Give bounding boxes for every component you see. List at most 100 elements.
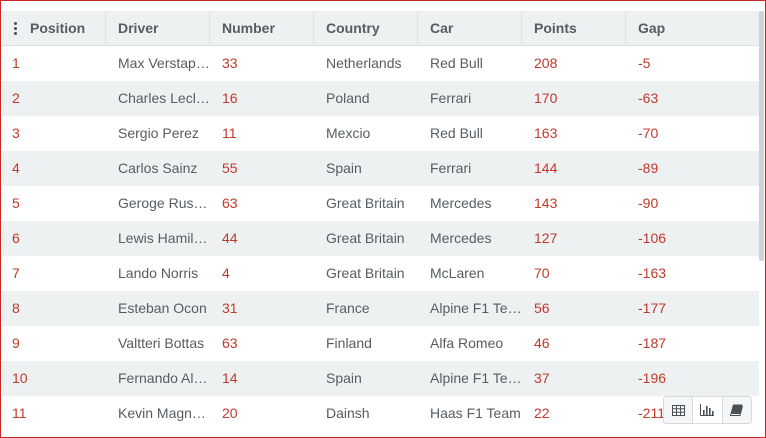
book-icon [730, 404, 744, 416]
cell-car: Mercedes [430, 230, 492, 246]
header-gap[interactable]: Gap [626, 11, 760, 46]
view-toolbar [663, 396, 752, 424]
cell-points: 163 [534, 125, 558, 141]
cell-car: McLaren [430, 265, 485, 281]
cell-gap: -70 [638, 125, 659, 141]
cell-driver: Valtteri Bottas [118, 335, 205, 351]
cell-position: 4 [12, 160, 20, 176]
cell-driver: Carlos Sainz [118, 160, 198, 176]
cell-country: Great Britain [326, 265, 405, 281]
cell-car: Ferrari [430, 160, 472, 176]
scrollbar-thumb[interactable] [759, 11, 764, 261]
table-row[interactable]: 2 Charles Lecl… 16 Poland Ferrari 170 -63 [2, 81, 760, 116]
cell-driver: Fernando Al… [118, 370, 208, 386]
cell-car: Alfa Romeo [430, 335, 504, 351]
cell-position: 1 [12, 55, 20, 71]
cell-points: 143 [534, 195, 558, 211]
cell-car: Ferrari [430, 90, 472, 106]
chart-view-button[interactable] [693, 397, 723, 423]
cell-number: 31 [222, 300, 238, 316]
header-driver[interactable]: Driver [106, 11, 210, 46]
table-row[interactable]: 5 Geroge Rus… 63 Great Britain Mercedes 143 -9… [2, 186, 760, 221]
cell-country: Poland [326, 90, 370, 106]
cell-position: 10 [12, 370, 28, 386]
cell-driver: Sergio Perez [118, 125, 199, 141]
cell-points: 70 [534, 265, 550, 281]
cell-country: Spain [326, 160, 362, 176]
cell-gap: -187 [638, 335, 667, 351]
table-row[interactable]: 6 Lewis Hamilt… 44 Great Britain Mercedes 127… [2, 221, 760, 256]
cell-gap: -89 [638, 160, 659, 176]
cell-driver: Lando Norris [118, 265, 199, 281]
cell-country: Finland [326, 335, 372, 351]
cell-gap: -63 [638, 90, 659, 106]
cell-country: Great Britain [326, 195, 405, 211]
cell-number: 63 [222, 335, 238, 351]
cell-driver: Lewis Hamilt… [118, 230, 210, 246]
cell-gap: -163 [638, 265, 667, 281]
cell-position: 2 [12, 90, 20, 106]
cell-points: 170 [534, 90, 558, 106]
cell-position: 3 [12, 125, 20, 141]
cell-number: 4 [222, 265, 230, 281]
cell-points: 22 [534, 405, 550, 421]
header-number[interactable]: Number [210, 11, 314, 46]
cell-country: Netherlands [326, 55, 402, 71]
grid-header: Position Driver Number Country Car Point… [2, 11, 760, 46]
cell-points: 56 [534, 300, 550, 316]
cell-car: Haas F1 Team [430, 405, 521, 421]
cell-position: 6 [12, 230, 20, 246]
cell-gap: -5 [638, 55, 651, 71]
cell-number: 55 [222, 160, 238, 176]
cell-country: Mexcio [326, 125, 371, 141]
cell-car: Mercedes [430, 195, 492, 211]
cell-country: France [326, 300, 370, 316]
cell-position: 7 [12, 265, 20, 281]
cell-driver: Esteban Ocon [118, 300, 207, 316]
cell-points: 37 [534, 370, 550, 386]
table-row[interactable]: 7 Lando Norris 4 Great Britain McLaren 70 -163 [2, 256, 760, 291]
cell-position: 11 [12, 405, 27, 421]
cell-number: 20 [222, 405, 238, 421]
cell-driver: Charles Lecl… [118, 90, 210, 106]
cell-driver: Kevin Magn… [118, 405, 206, 421]
cell-position: 5 [12, 195, 20, 211]
header-country[interactable]: Country [314, 11, 418, 46]
table-row[interactable]: 4 Carlos Sainz 55 Spain Ferrari 144 -89 [2, 151, 760, 186]
cell-number: 63 [222, 195, 238, 211]
cell-car: Red Bull [430, 125, 483, 141]
cell-position: 8 [12, 300, 20, 316]
cell-gap: -106 [638, 230, 667, 246]
table-row[interactable]: 10 Fernando Al… 14 Spain Alpine F1 Te… 37 -196 [2, 361, 760, 396]
header-car[interactable]: Car [418, 11, 522, 46]
cell-number: 33 [222, 55, 238, 71]
header-position[interactable]: Position [28, 11, 106, 46]
cell-driver: Max Verstap… [118, 55, 210, 71]
cell-gap: -177 [638, 300, 667, 316]
book-view-button[interactable] [723, 397, 751, 423]
column-menu-button[interactable] [2, 11, 28, 46]
table-row[interactable]: 3 Sergio Perez 11 Mexcio Red Bull 163 -70 [2, 116, 760, 151]
bar-chart-icon [700, 404, 715, 416]
cell-car: Red Bull [430, 55, 483, 71]
cell-gap: -90 [638, 195, 659, 211]
kebab-menu-icon[interactable] [13, 22, 17, 35]
cell-car: Alpine F1 Te… [430, 300, 522, 316]
grid-body: 1 Max Verstap… 33 Netherlands Red Bull 20 8 -5 2… [2, 46, 760, 431]
grid-frame: Position Driver Number Country Car Point… [0, 0, 766, 438]
header-points[interactable]: Points [522, 11, 626, 46]
table-row[interactable]: 1 Max Verstap… 33 Netherlands Red Bull 208 -5 [2, 46, 760, 81]
table-row[interactable]: 11 Kevin Magn… 20 Dainsh Haas F1 Team 22 -211 [2, 396, 760, 431]
cell-number: 16 [222, 90, 238, 106]
cell-country: Great Britain [326, 230, 405, 246]
table-row[interactable]: 8 Esteban Ocon 31 France Alpine F1 Te… 56 -177 [2, 291, 760, 326]
table-row[interactable]: 9 Valtteri Bottas 63 Finland Alfa Romeo 46 -18… [2, 326, 760, 361]
cell-country: Dainsh [326, 405, 370, 421]
cell-points: 46 [534, 335, 550, 351]
cell-car: Alpine F1 Te… [430, 370, 522, 386]
cell-points: 127 [534, 230, 558, 246]
cell-position: 9 [12, 335, 20, 351]
cell-number: 14 [222, 370, 238, 386]
cell-driver: Geroge Rus… [118, 195, 208, 211]
table-view-button[interactable] [664, 397, 694, 423]
